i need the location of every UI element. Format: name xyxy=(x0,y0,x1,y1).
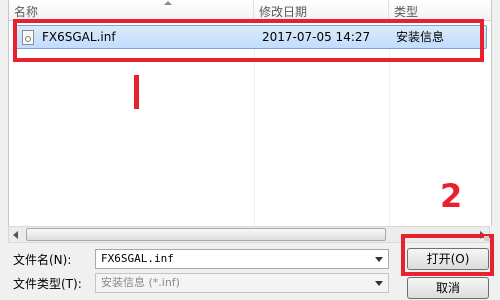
chevron-down-icon[interactable] xyxy=(375,257,383,262)
scroll-left-icon[interactable] xyxy=(13,231,18,239)
annotation-mark-2: 2 xyxy=(440,177,463,215)
chevron-down-icon[interactable] xyxy=(375,281,383,286)
filetype-select[interactable]: 安装信息 (*.inf) xyxy=(95,273,389,293)
column-header-name[interactable]: 名称 xyxy=(9,0,254,20)
filename-combobox[interactable]: FX6SGAL.inf xyxy=(95,249,389,269)
column-header-row: 名称 修改日期 类型 xyxy=(9,0,491,21)
file-open-dialog: 名称 修改日期 类型 FX6SGAL.inf 2017-07-05 14:27 … xyxy=(0,0,500,300)
annotation-box-file xyxy=(13,19,484,62)
scrollbar-thumb[interactable] xyxy=(26,228,386,241)
filetype-value: 安装信息 (*.inf) xyxy=(101,276,180,289)
cancel-button[interactable]: 取消 xyxy=(407,277,489,299)
sort-ascending-icon xyxy=(164,1,172,5)
resize-grip xyxy=(484,236,489,241)
column-header-type[interactable]: 类型 xyxy=(389,0,491,20)
filename-label: 文件名(N): xyxy=(13,253,72,267)
column-header-modified[interactable]: 修改日期 xyxy=(254,0,389,20)
filename-input[interactable]: FX6SGAL.inf xyxy=(101,250,174,268)
annotation-mark-1 xyxy=(134,75,139,109)
filetype-label: 文件类型(T): xyxy=(13,277,82,291)
open-button[interactable]: 打开(O) xyxy=(407,248,489,270)
